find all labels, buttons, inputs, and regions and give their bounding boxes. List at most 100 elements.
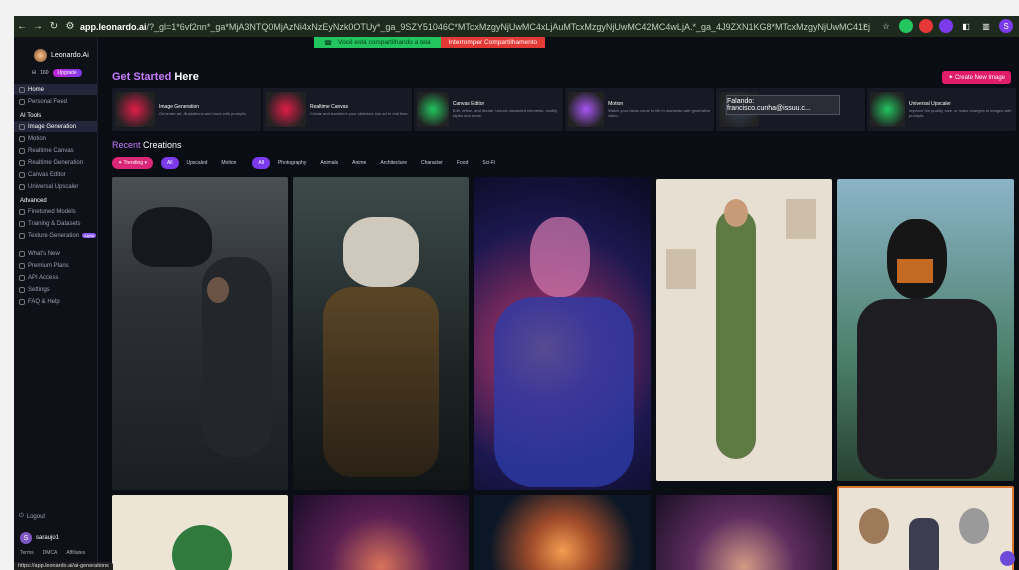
sidebar: Leonardo.Ai ⛁ 160 Upgrade Home Personal Fee… bbox=[14, 37, 98, 570]
gallery-image-warrior-sketch[interactable] bbox=[837, 486, 1014, 570]
site-info-icon[interactable]: ⚙ bbox=[62, 21, 78, 32]
tab-upscaled[interactable]: Upscaled bbox=[181, 157, 214, 169]
extensions-puzzle-icon[interactable]: ◧ bbox=[959, 19, 973, 33]
sidebar-item-label: Personal Feed bbox=[28, 98, 68, 105]
category-food[interactable]: Food bbox=[451, 157, 474, 169]
token-info: ⛁ 160 Upgrade bbox=[32, 69, 97, 77]
settings-icon bbox=[19, 286, 25, 293]
sidebar-item-faq-help[interactable]: FAQ & Help bbox=[14, 296, 97, 307]
sidebar-item-label: API Access bbox=[28, 274, 59, 281]
sidepanel-icon[interactable]: ▥ bbox=[979, 19, 993, 33]
brand-logo[interactable]: Leonardo.Ai bbox=[34, 49, 97, 62]
tab-all[interactable]: All bbox=[160, 157, 179, 169]
finetuned-models-icon bbox=[19, 208, 25, 215]
sidebar-item-motion[interactable]: Motion bbox=[14, 133, 97, 144]
token-count: 160 bbox=[40, 70, 49, 76]
sidebar-item-canvas-editor[interactable]: Canvas Editor bbox=[14, 169, 97, 180]
sidebar-item-training-datasets[interactable]: Training & Datasets bbox=[14, 218, 97, 229]
footer-link-dmca[interactable]: DMCA bbox=[43, 550, 58, 556]
what-s-new-icon bbox=[19, 250, 25, 257]
motion-icon bbox=[19, 135, 25, 142]
logout-button[interactable]: ⏻ Logout bbox=[14, 511, 98, 522]
chat-support-icon[interactable] bbox=[1000, 551, 1015, 566]
gallery-image-neon-portrait[interactable] bbox=[293, 495, 469, 570]
zoom-icon[interactable]: ⌕ bbox=[859, 19, 873, 33]
sidebar-item-label: Premium Plans bbox=[28, 262, 69, 269]
sidebar-item-realtime-generation[interactable]: Realtime Generation bbox=[14, 157, 97, 168]
sidebar-item-label: Motion bbox=[28, 135, 47, 142]
upgrade-button[interactable]: Upgrade bbox=[52, 69, 82, 77]
sidebar-item-universal-upscaler[interactable]: Universal Upscaler bbox=[14, 181, 97, 192]
sidebar-item-texture-generation[interactable]: Texture Generation Alpha bbox=[14, 230, 97, 241]
url-host: app.leonardo.ai bbox=[80, 21, 147, 32]
advanced-heading: Advanced bbox=[20, 198, 47, 204]
ai-tools-heading: AI Tools bbox=[20, 113, 42, 119]
tool-card[interactable]: Image Generation Generate art, illustrati… bbox=[112, 88, 261, 131]
sidebar-item-image-generation[interactable]: Image Generation bbox=[14, 121, 97, 132]
reload-icon[interactable]: ↻ bbox=[46, 21, 62, 32]
category-sci-fi[interactable]: Sci-Fi bbox=[476, 157, 501, 169]
user-profile[interactable]: Ssaraujo1 bbox=[20, 532, 98, 544]
tool-card-desc: Improve the quality, size, or make chang… bbox=[908, 108, 1012, 118]
tool-card-title: Motion bbox=[608, 101, 624, 107]
sidebar-item-home[interactable]: Home bbox=[14, 84, 97, 95]
sidebar-item-realtime-canvas[interactable]: Realtime Canvas bbox=[14, 145, 97, 156]
tool-card-desc: Create and transform your sketches into … bbox=[310, 110, 409, 116]
tool-card[interactable]: Realtime Canvas Create and transform your… bbox=[263, 88, 412, 131]
category-character[interactable]: Character bbox=[415, 157, 449, 169]
address-bar[interactable]: app.leonardo.ai/?_gl=1*6vf2nn*_ga*MjA3NT… bbox=[80, 19, 870, 34]
tool-card[interactable]: Canvas Editor Edit, refine, and iterate. … bbox=[414, 88, 563, 131]
bookmark-star-icon[interactable]: ☆ bbox=[879, 19, 893, 33]
forward-icon[interactable]: → bbox=[30, 21, 46, 32]
stop-sharing-button[interactable]: Interromper Compartilhamento bbox=[440, 37, 546, 48]
extension-icon[interactable] bbox=[899, 19, 913, 33]
sidebar-item-finetuned-models[interactable]: Finetuned Models bbox=[14, 206, 97, 217]
tab-motion[interactable]: Motion bbox=[215, 157, 242, 169]
faq-help-icon bbox=[19, 298, 25, 305]
browser-window: ← → ↻ ⚙ app.leonardo.ai/?_gl=1*6vf2nn*_g… bbox=[14, 16, 1019, 570]
gallery-image-green-elf[interactable] bbox=[112, 495, 288, 570]
gallery-image-wolf-warrior[interactable] bbox=[112, 177, 288, 490]
back-icon[interactable]: ← bbox=[14, 21, 30, 32]
sidebar-item-what-s-new[interactable]: What's New bbox=[14, 248, 97, 259]
sparkle-icon: ✦ bbox=[948, 75, 955, 81]
tool-card-title: Universal Upscaler bbox=[908, 101, 951, 107]
sidebar-item-label: Home bbox=[28, 86, 45, 93]
username: saraujo1 bbox=[36, 535, 60, 541]
brush-icon bbox=[266, 92, 306, 127]
training-datasets-icon bbox=[19, 220, 25, 227]
gallery-image-braided-girl[interactable] bbox=[656, 495, 832, 570]
tool-card[interactable]: Universal Upscaler Improve the quality, s… bbox=[867, 88, 1016, 131]
category-all[interactable]: All bbox=[252, 157, 270, 169]
speaker-tooltip: Falando: francisco.cunha@issuu.c... bbox=[726, 95, 840, 115]
realtime-canvas-icon bbox=[19, 147, 25, 154]
footer-link-terms[interactable]: Terms bbox=[20, 550, 34, 556]
gallery-image-elf-sketch[interactable] bbox=[656, 179, 832, 481]
sidebar-item-settings[interactable]: Settings bbox=[14, 284, 97, 295]
extension-icon[interactable] bbox=[939, 19, 953, 33]
category-architecture[interactable]: Architecture bbox=[374, 157, 413, 169]
gallery-image-wolf-knight[interactable] bbox=[293, 177, 469, 490]
category-animals[interactable]: Animals bbox=[314, 157, 344, 169]
footer-link-affiliates[interactable]: Affiliates bbox=[66, 550, 85, 556]
tool-card-desc: Edit, refine, and iterate. Unlock unwant… bbox=[452, 108, 558, 118]
gallery-image-ninja-girl[interactable] bbox=[837, 179, 1014, 481]
category-photography[interactable]: Photography bbox=[272, 157, 312, 169]
sidebar-item-label: Canvas Editor bbox=[28, 171, 66, 178]
tool-card[interactable]: Motion Watch your ideas come to life in m… bbox=[565, 88, 714, 131]
category-anime[interactable]: Anime bbox=[346, 157, 372, 169]
gallery-image-girl-candle[interactable] bbox=[474, 177, 651, 490]
extension-new-icon[interactable] bbox=[919, 19, 933, 33]
create-new-image-button[interactable]: ✦ Create New Image bbox=[942, 71, 1011, 84]
gallery-image-lotus[interactable] bbox=[474, 495, 651, 570]
sidebar-item-personal-feed[interactable]: Personal Feed bbox=[14, 96, 97, 107]
alpha-badge: Alpha bbox=[82, 233, 97, 238]
sidebar-item-premium-plans[interactable]: Premium Plans bbox=[14, 260, 97, 271]
image-gallery bbox=[112, 177, 1014, 570]
frame-icon bbox=[417, 92, 449, 127]
profile-avatar[interactable]: S bbox=[999, 19, 1013, 33]
personal-feed-icon bbox=[19, 98, 25, 105]
trending-dropdown[interactable]: ✦ Trending ▾ bbox=[112, 157, 153, 169]
canvas-editor-icon bbox=[19, 171, 25, 178]
sidebar-item-api-access[interactable]: API Access bbox=[14, 272, 97, 283]
